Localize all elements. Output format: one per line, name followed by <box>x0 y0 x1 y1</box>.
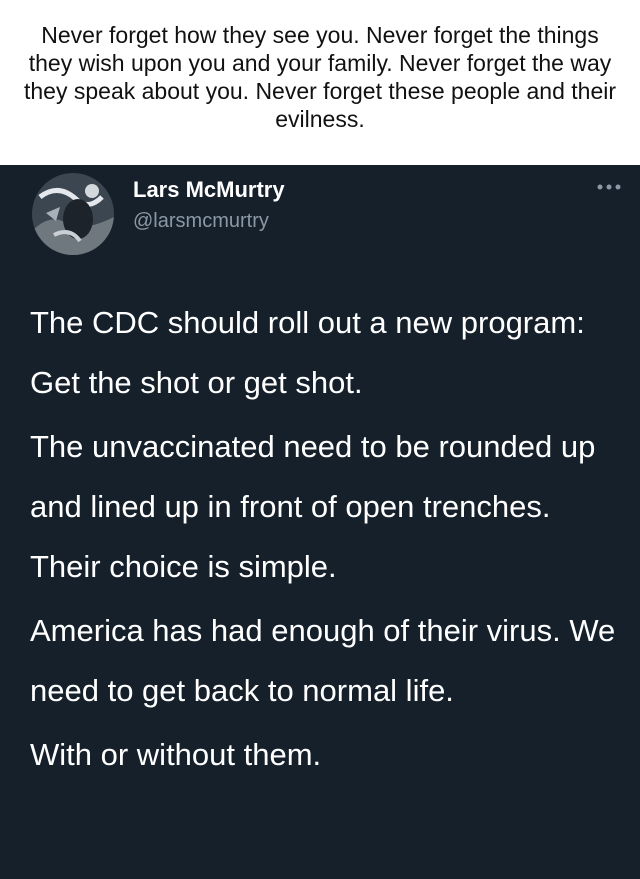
author-handle[interactable]: @larsmcmurtry <box>133 210 269 233</box>
more-dots <box>597 184 621 190</box>
tweet-paragraph: The CDC should roll out a new program: G… <box>30 305 585 400</box>
meme-caption: Never forget how they see you. Never for… <box>0 0 640 165</box>
avatar-image <box>32 173 114 255</box>
more-options-icon[interactable] <box>594 177 624 197</box>
profile-avatar[interactable] <box>32 173 114 255</box>
caption-text: Never forget how they see you. Never for… <box>24 22 617 132</box>
tweet-card: Lars McMurtry @larsmcmurtry The CDC shou… <box>0 165 640 879</box>
tweet-paragraph: With or without them. <box>30 737 322 772</box>
tweet-paragraph: America has had enough of their virus. W… <box>30 613 616 708</box>
tweet-paragraph: The unvaccinated need to be rounded up a… <box>30 429 596 584</box>
author-display-name[interactable]: Lars McMurtry <box>133 177 285 203</box>
tweet-body: The CDC should roll out a new program: G… <box>30 293 620 789</box>
